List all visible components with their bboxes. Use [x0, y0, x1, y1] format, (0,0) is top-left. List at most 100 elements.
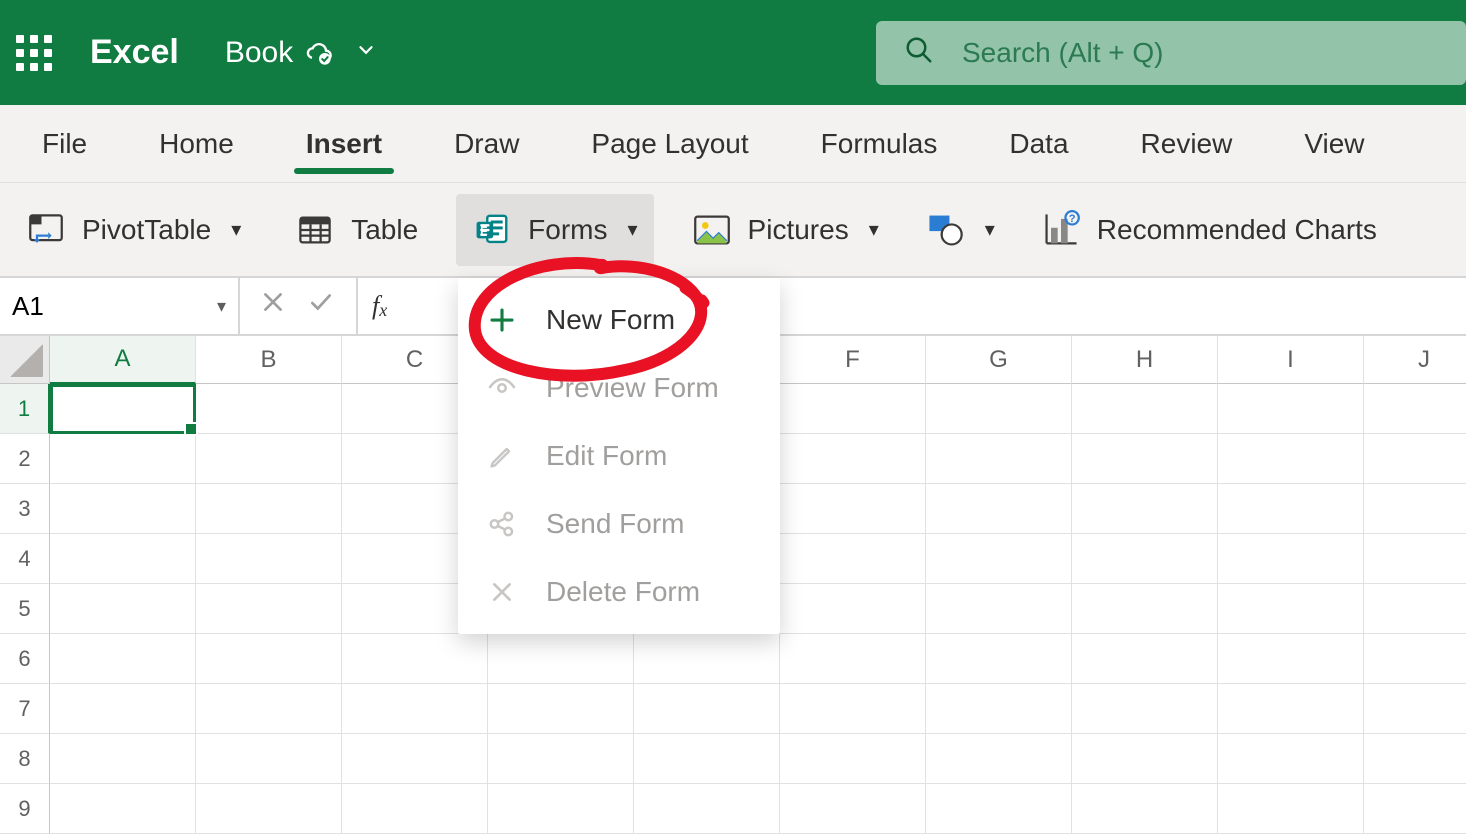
cell[interactable] — [1218, 684, 1364, 734]
search-input[interactable] — [962, 37, 1438, 69]
row-header[interactable]: 9 — [0, 784, 50, 834]
tab-formulas[interactable]: Formulas — [785, 105, 974, 182]
tab-insert[interactable]: Insert — [270, 105, 418, 182]
cell[interactable] — [50, 734, 196, 784]
cell[interactable] — [1364, 684, 1466, 734]
cell[interactable] — [50, 634, 196, 684]
cell[interactable] — [1364, 484, 1466, 534]
row-header[interactable]: 7 — [0, 684, 50, 734]
fx-label[interactable]: fx — [358, 278, 401, 334]
search-box[interactable] — [876, 21, 1466, 85]
cell[interactable] — [926, 784, 1072, 834]
cell[interactable] — [780, 684, 926, 734]
cell[interactable] — [1218, 484, 1364, 534]
cell[interactable] — [196, 484, 342, 534]
cell[interactable] — [196, 634, 342, 684]
cell[interactable] — [780, 784, 926, 834]
cell[interactable] — [50, 684, 196, 734]
cell[interactable] — [1072, 734, 1218, 784]
cell[interactable] — [1072, 384, 1218, 434]
forms-button[interactable]: F Forms ▾ — [456, 194, 653, 266]
tab-data[interactable]: Data — [973, 105, 1104, 182]
row-header[interactable]: 2 — [0, 434, 50, 484]
pictures-button[interactable]: Pictures ▾ — [676, 194, 895, 266]
cell[interactable] — [488, 784, 634, 834]
column-header[interactable]: B — [196, 336, 342, 384]
cell[interactable] — [926, 684, 1072, 734]
cell[interactable] — [926, 534, 1072, 584]
cell[interactable] — [1218, 634, 1364, 684]
cell[interactable] — [1218, 384, 1364, 434]
column-header[interactable]: I — [1218, 336, 1364, 384]
cell[interactable] — [780, 734, 926, 784]
cell[interactable] — [342, 734, 488, 784]
cell[interactable] — [50, 584, 196, 634]
cell[interactable] — [50, 784, 196, 834]
cell[interactable] — [1218, 784, 1364, 834]
cell[interactable] — [926, 384, 1072, 434]
column-header[interactable]: F — [780, 336, 926, 384]
select-all-corner[interactable] — [0, 336, 50, 384]
cell[interactable] — [780, 434, 926, 484]
cell[interactable] — [196, 784, 342, 834]
cell[interactable] — [1218, 584, 1364, 634]
row-header[interactable]: 4 — [0, 534, 50, 584]
tab-review[interactable]: Review — [1105, 105, 1269, 182]
cell[interactable] — [926, 484, 1072, 534]
cell[interactable] — [634, 684, 780, 734]
cell[interactable] — [926, 734, 1072, 784]
title-dropdown-chevron-icon[interactable] — [347, 35, 385, 71]
cell[interactable] — [634, 784, 780, 834]
cell[interactable] — [780, 584, 926, 634]
cell[interactable] — [926, 434, 1072, 484]
pivottable-button[interactable]: PivotTable ▾ — [10, 194, 257, 266]
cell[interactable] — [196, 434, 342, 484]
row-header[interactable]: 8 — [0, 734, 50, 784]
cell[interactable] — [50, 484, 196, 534]
tab-draw[interactable]: Draw — [418, 105, 555, 182]
cell[interactable] — [926, 634, 1072, 684]
column-header[interactable]: G — [926, 336, 1072, 384]
cell[interactable] — [488, 684, 634, 734]
cell[interactable] — [1364, 534, 1466, 584]
column-header[interactable]: A — [50, 336, 196, 384]
cell[interactable] — [342, 684, 488, 734]
cell[interactable] — [634, 734, 780, 784]
enter-formula-icon[interactable] — [306, 289, 336, 323]
cell[interactable] — [488, 634, 634, 684]
cell[interactable] — [1072, 434, 1218, 484]
cell[interactable] — [1364, 784, 1466, 834]
cell[interactable] — [1072, 534, 1218, 584]
cell[interactable] — [1072, 584, 1218, 634]
cell[interactable] — [342, 634, 488, 684]
tab-view[interactable]: View — [1268, 105, 1400, 182]
column-header[interactable]: J — [1364, 336, 1466, 384]
cell[interactable] — [1364, 634, 1466, 684]
name-box[interactable]: A1 ▾ — [0, 278, 240, 334]
table-button[interactable]: Table — [279, 194, 434, 266]
cell[interactable] — [1218, 534, 1364, 584]
cell[interactable] — [1072, 684, 1218, 734]
app-launcher-icon[interactable] — [12, 31, 56, 75]
cancel-formula-icon[interactable] — [260, 289, 286, 323]
cell[interactable] — [926, 584, 1072, 634]
chevron-down-icon[interactable]: ▾ — [217, 296, 226, 317]
column-header[interactable]: H — [1072, 336, 1218, 384]
row-header[interactable]: 3 — [0, 484, 50, 534]
cell[interactable] — [1072, 634, 1218, 684]
cell[interactable] — [1072, 784, 1218, 834]
cell[interactable] — [196, 684, 342, 734]
cell[interactable] — [50, 534, 196, 584]
tab-file[interactable]: File — [6, 105, 123, 182]
cell[interactable] — [780, 534, 926, 584]
tab-home[interactable]: Home — [123, 105, 270, 182]
cell[interactable] — [780, 634, 926, 684]
cell[interactable] — [342, 784, 488, 834]
cell[interactable] — [196, 584, 342, 634]
cell[interactable] — [1364, 434, 1466, 484]
cell[interactable] — [50, 384, 196, 434]
document-name[interactable]: Book — [225, 36, 293, 70]
cell[interactable] — [196, 384, 342, 434]
cell[interactable] — [50, 434, 196, 484]
cell[interactable] — [1364, 734, 1466, 784]
